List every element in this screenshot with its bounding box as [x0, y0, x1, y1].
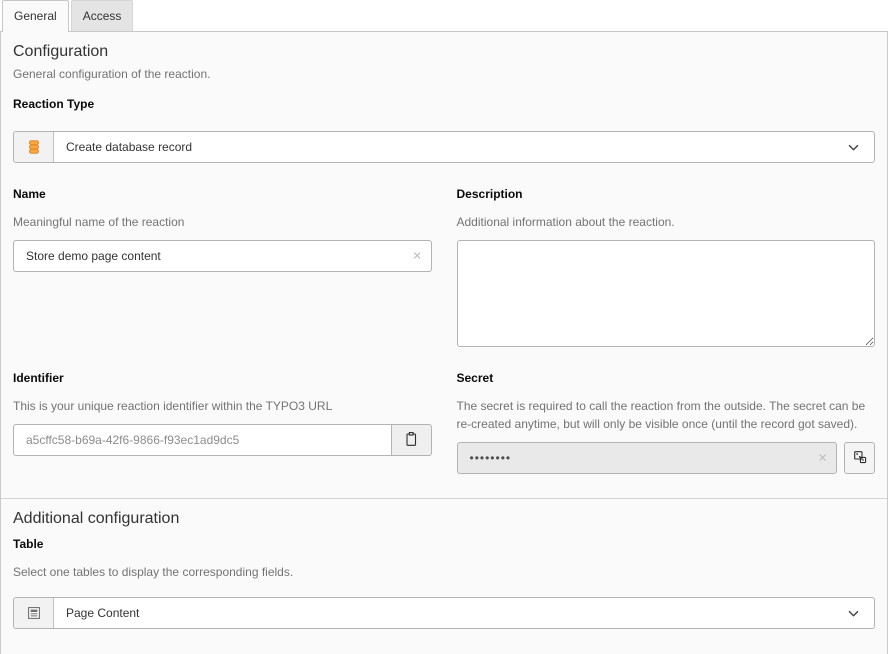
identifier-label: Identifier: [13, 371, 432, 385]
configuration-section: Configuration General configuration of t…: [1, 32, 887, 498]
section-subheading: General configuration of the reaction.: [13, 67, 875, 82]
content-icon: [14, 598, 54, 628]
clear-secret-icon: ×: [818, 451, 827, 466]
tab-access[interactable]: Access: [71, 0, 134, 31]
section-heading: Configuration: [13, 42, 875, 62]
database-icon: [14, 132, 54, 162]
reaction-type-label: Reaction Type: [13, 97, 875, 111]
table-help: Select one tables to display the corresp…: [13, 563, 875, 581]
identifier-help: This is your unique reaction identifier …: [13, 397, 432, 415]
name-label: Name: [13, 187, 432, 201]
reaction-type-value: Create database record: [54, 132, 832, 162]
description-help: Additional information about the reactio…: [457, 213, 876, 231]
clipboard-icon: [403, 431, 419, 450]
reaction-type-select[interactable]: Create database record: [13, 131, 875, 163]
description-textarea[interactable]: [457, 240, 876, 347]
tab-general[interactable]: General: [2, 0, 69, 32]
identifier-input[interactable]: [13, 424, 392, 456]
additional-configuration-section: Additional configuration Table Select on…: [1, 498, 887, 654]
name-help: Meaningful name of the reaction: [13, 213, 432, 231]
name-input[interactable]: [13, 240, 432, 272]
copy-identifier-button[interactable]: [391, 424, 432, 456]
clear-name-icon[interactable]: ×: [413, 249, 422, 264]
table-select[interactable]: Page Content: [13, 597, 875, 629]
description-field: Description Additional information about…: [457, 187, 876, 347]
description-label: Description: [457, 187, 876, 201]
identifier-field: Identifier This is your unique reaction …: [13, 371, 432, 474]
name-field: Name Meaningful name of the reaction ×: [13, 187, 432, 347]
secret-input: [457, 442, 838, 474]
table-select-value: Page Content: [54, 598, 832, 628]
additional-heading: Additional configuration: [13, 509, 875, 529]
tab-content-panel: Configuration General configuration of t…: [0, 31, 888, 654]
secret-help: The secret is required to call the react…: [457, 397, 876, 433]
regenerate-secret-button[interactable]: [844, 442, 875, 474]
secret-label: Secret: [457, 371, 876, 385]
chevron-down-icon: [832, 132, 874, 162]
secret-field: Secret The secret is required to call th…: [457, 371, 876, 474]
dice-icon: [852, 449, 868, 468]
table-label: Table: [13, 537, 875, 551]
chevron-down-icon: [832, 598, 874, 628]
tab-bar: General Access: [0, 0, 888, 31]
